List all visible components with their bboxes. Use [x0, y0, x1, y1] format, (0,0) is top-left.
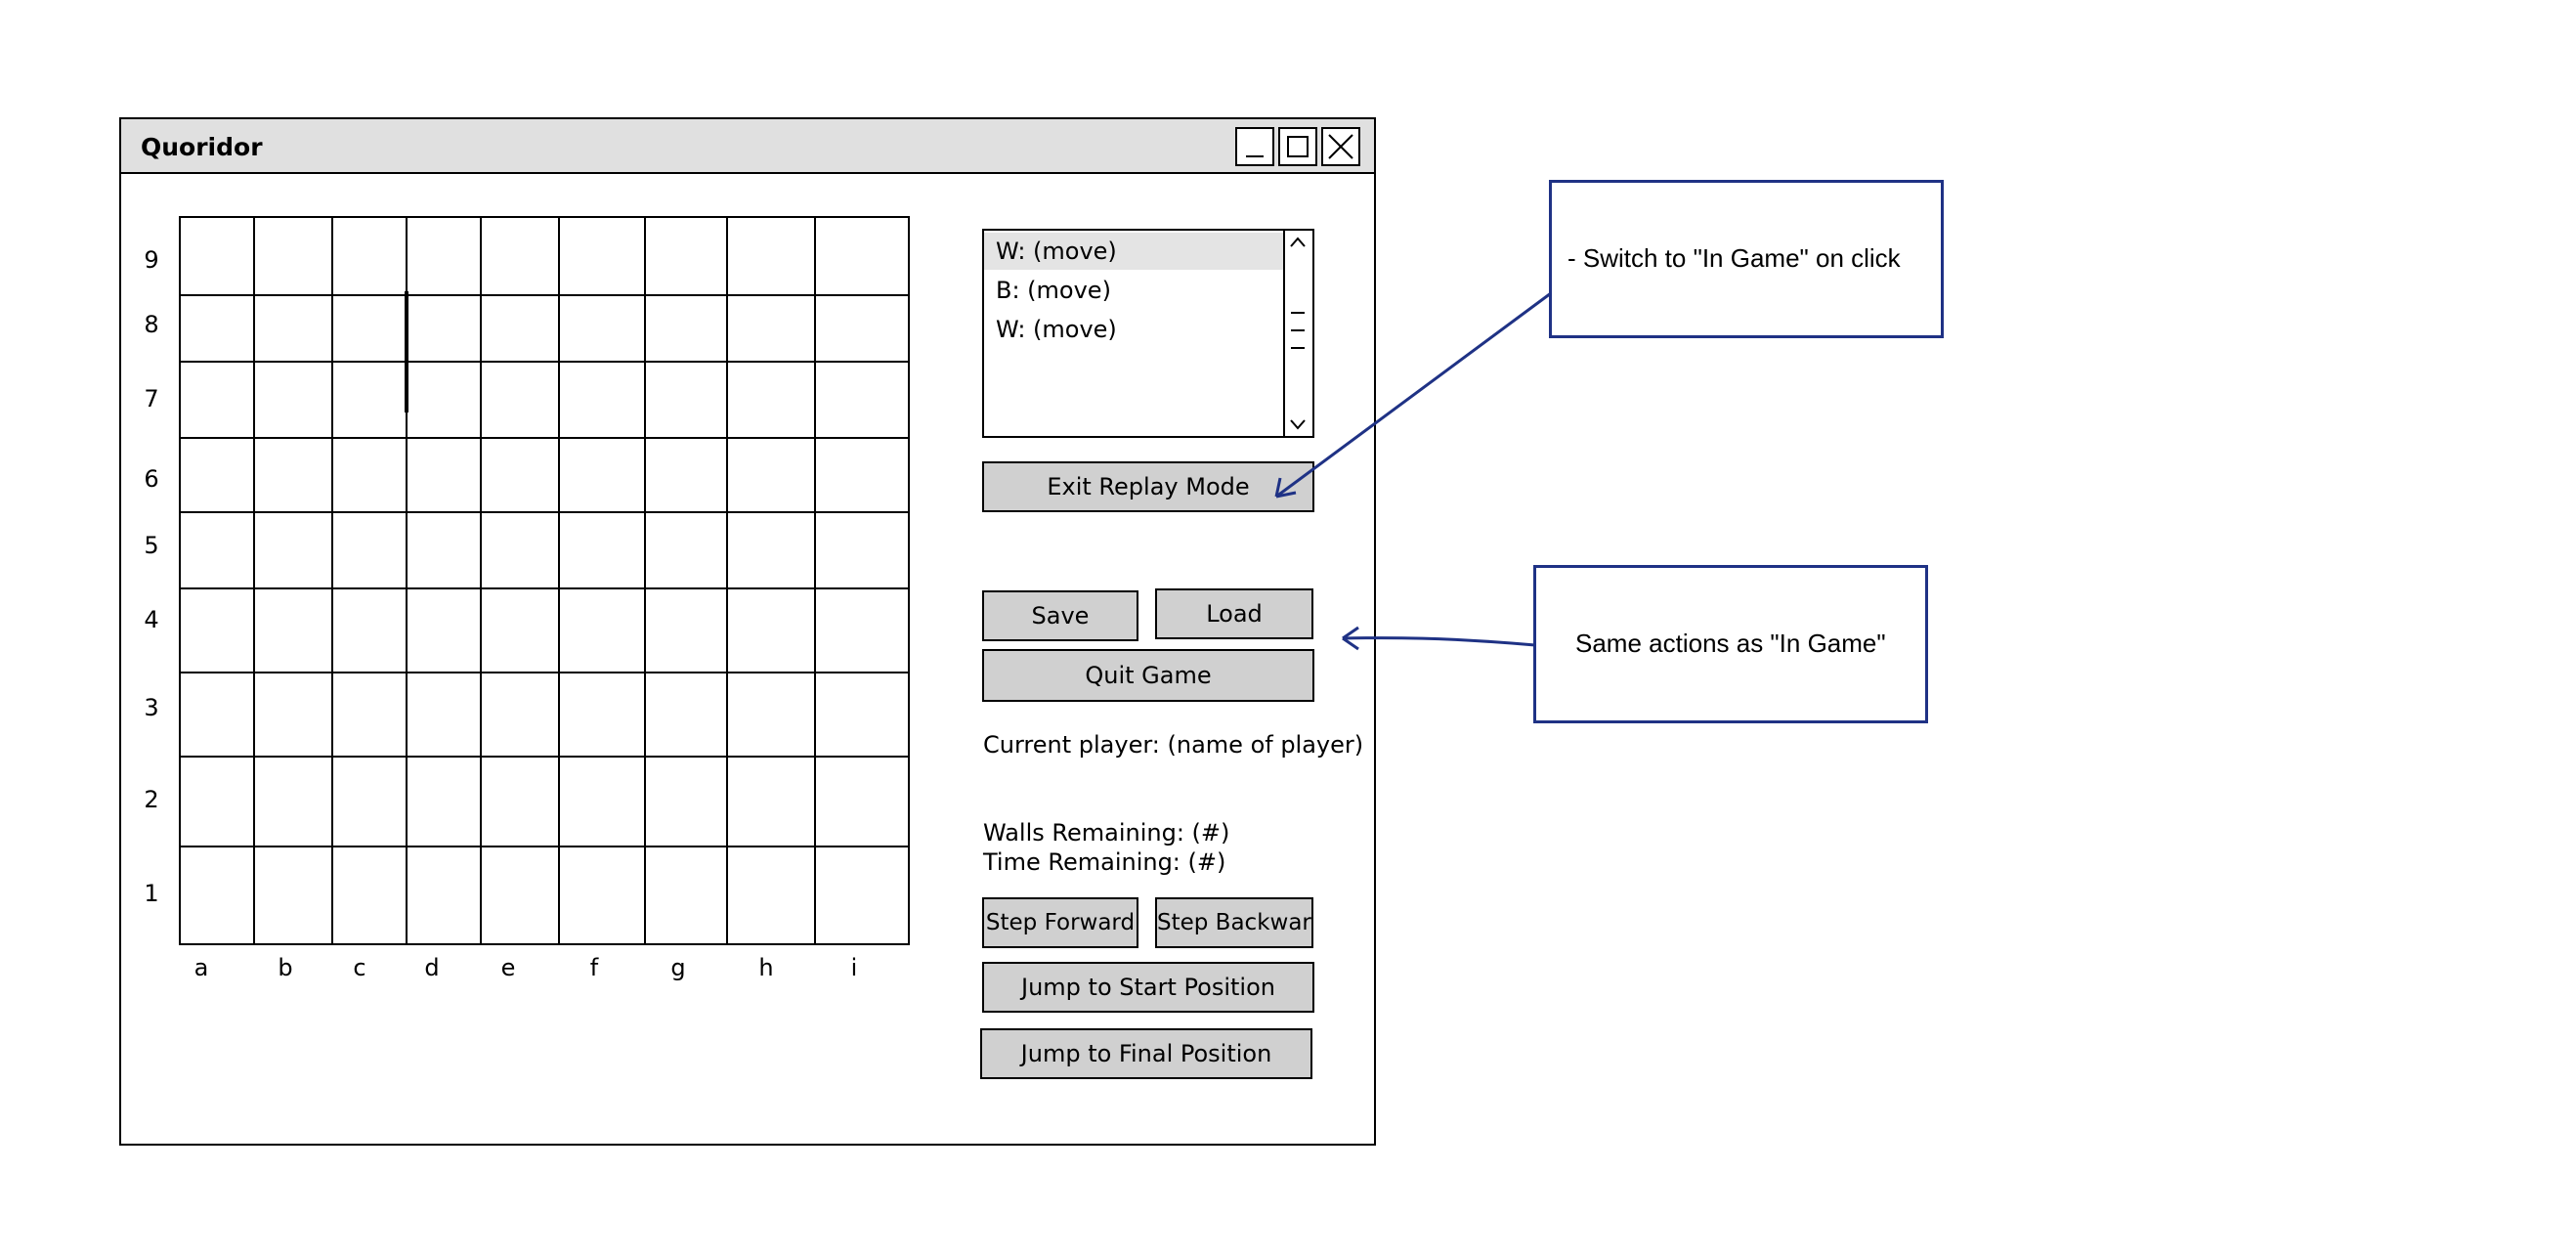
arrow-line	[1275, 291, 1552, 499]
arrow-line	[1342, 636, 1536, 647]
annotation-connectors	[1274, 291, 1552, 651]
